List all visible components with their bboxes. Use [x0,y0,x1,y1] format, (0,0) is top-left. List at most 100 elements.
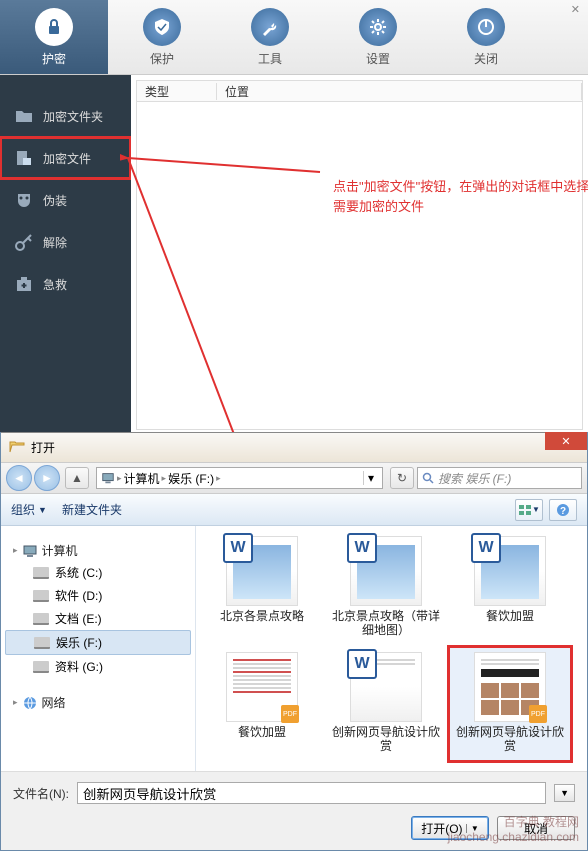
tab-label: 关闭 [474,50,498,67]
tree-label: 文档 (E:) [55,610,102,627]
dialog-close-button[interactable]: ✕ [545,432,587,450]
filename-label: 文件名(N): [13,785,69,802]
table-body: 点击"加密文件"按钮，在弹出的对话框中选择需要加密的文件 [136,102,583,430]
expand-icon[interactable]: ▸ [13,697,18,708]
dialog-title: 打开 [31,439,55,456]
search-input[interactable]: 搜索 娱乐 (F:) [417,467,582,489]
cancel-button[interactable]: 取消 [497,816,575,840]
file-item[interactable]: PDF 创新网页导航设计欣赏 [450,648,570,760]
column-location[interactable]: 位置 [217,83,582,100]
word-icon: W [347,649,377,679]
file-item[interactable]: W 北京各景点攻略 [202,532,322,644]
chevron-down-icon[interactable]: ▾ [363,471,378,485]
view-mode-button[interactable]: ▼ [515,499,543,521]
lock-icon [35,8,73,46]
file-list: W 北京各景点攻略 W 北京景点攻略（带详细地图） W 餐饮加盟 PDF 餐饮加… [196,526,587,771]
sidebar-item-remove[interactable]: 解除 [0,221,131,263]
breadcrumb-item[interactable]: 娱乐 (F:) [168,470,214,487]
svg-text:?: ? [560,506,566,517]
drive-icon [33,613,49,625]
word-icon: W [223,533,253,563]
nav-back-button[interactable]: ◄ [6,465,32,491]
sidebar-item-rescue[interactable]: 急救 [0,263,131,305]
tab-label: 工具 [258,50,282,67]
sidebar-item-label: 急救 [43,276,67,293]
tree-computer[interactable]: ▸ 计算机 [5,540,191,561]
tree-network[interactable]: ▸ 网络 [5,692,191,713]
tree-label: 计算机 [42,542,78,559]
search-placeholder: 搜索 娱乐 (F:) [438,470,511,487]
sidebar-item-label: 伪装 [43,192,67,209]
refresh-button[interactable]: ↻ [390,467,414,489]
breadcrumb[interactable]: ▸ 计算机 ▸ 娱乐 (F:) ▸ ▾ [96,467,383,489]
dialog-titlebar: 打开 ✕ [1,432,587,462]
annotation-text: 点击"加密文件"按钮，在弹出的对话框中选择需要加密的文件 [333,177,588,216]
file-lock-icon [15,149,33,167]
firstaid-icon [15,275,33,293]
drive-icon [33,567,49,579]
theater-icon [15,191,33,209]
main-toolbar: 护密 保护 工具 设置 关闭 [0,0,588,75]
file-name: 北京景点攻略（带详细地图） [330,609,442,638]
open-button[interactable]: 打开(O) ▼ [411,816,489,840]
sidebar-item-disguise[interactable]: 伪装 [0,179,131,221]
encryption-app-window: ✕ 护密 保护 工具 设置 关闭 加密文件夹 [0,0,588,432]
tree-drive-g[interactable]: 资料 (G:) [5,655,191,678]
computer-icon [22,543,38,559]
sidebar-item-label: 加密文件夹 [43,108,103,125]
computer-icon [101,471,115,485]
dialog-footer: 文件名(N): ▼ 打开(O) ▼ 取消 [1,771,587,850]
file-item[interactable]: W 北京景点攻略（带详细地图） [326,532,446,644]
search-icon [422,472,434,484]
drive-icon [33,590,49,602]
tree-drive-f[interactable]: 娱乐 (F:) [5,630,191,655]
sidebar-item-label: 加密文件 [43,150,91,167]
wrench-icon [251,8,289,46]
tree-label: 软件 (D:) [55,587,102,604]
filename-input[interactable] [77,782,546,804]
file-name: 北京各景点攻略 [220,609,304,623]
tab-settings[interactable]: 设置 [324,0,432,74]
close-icon[interactable]: ✕ [571,3,580,16]
file-name: 创新网页导航设计欣赏 [330,725,442,754]
tree-label: 网络 [42,694,66,711]
file-item[interactable]: W 餐饮加盟 [450,532,570,644]
tab-protect-main[interactable]: 护密 [0,0,108,74]
breadcrumb-item[interactable]: 计算机 [124,470,160,487]
sidebar: 加密文件夹 加密文件 伪装 解除 急救 [0,75,131,432]
help-button[interactable]: ? [549,499,577,521]
gear-icon [359,8,397,46]
tab-tools[interactable]: 工具 [216,0,324,74]
expand-icon[interactable]: ▸ [13,545,18,556]
tab-protect[interactable]: 保护 [108,0,216,74]
tab-label: 设置 [366,50,390,67]
tree-drive-e[interactable]: 文档 (E:) [5,607,191,630]
nav-forward-button[interactable]: ► [34,465,60,491]
tab-close[interactable]: 关闭 [432,0,540,74]
tab-label: 保护 [150,50,174,67]
chevron-down-icon[interactable]: ▼ [466,824,479,833]
tree-drive-d[interactable]: 软件 (D:) [5,584,191,607]
key-icon [15,233,33,251]
tree-label: 娱乐 (F:) [56,634,102,651]
file-name: 餐饮加盟 [486,609,534,623]
sidebar-item-encrypt-file[interactable]: 加密文件 [0,137,131,179]
dialog-nav-bar: ◄ ► ▲ ▸ 计算机 ▸ 娱乐 (F:) ▸ ▾ ↻ 搜索 娱乐 (F:) [1,462,587,494]
organize-dropdown[interactable]: 组织 ▼ [11,501,47,518]
sidebar-item-encrypt-folder[interactable]: 加密文件夹 [0,95,131,137]
drive-icon [33,661,49,673]
main-panel: 类型 位置 点击"加密文件"按钮，在弹出的对话框中选择需要加密的文件 [131,75,588,432]
dialog-toolbar: 组织 ▼ 新建文件夹 ▼ ? [1,494,587,526]
file-name: 餐饮加盟 [238,725,286,739]
file-item[interactable]: W 创新网页导航设计欣赏 [326,648,446,760]
chevron-down-icon: ▼ [38,505,47,515]
chevron-down-icon[interactable]: ▼ [554,784,575,802]
column-type[interactable]: 类型 [137,83,217,100]
folder-icon [15,107,33,125]
file-item[interactable]: PDF 餐饮加盟 [202,648,322,760]
tree-drive-c[interactable]: 系统 (C:) [5,561,191,584]
nav-up-button[interactable]: ▲ [65,467,89,489]
tab-label: 护密 [42,50,66,67]
new-folder-button[interactable]: 新建文件夹 [62,501,122,518]
power-icon [467,8,505,46]
